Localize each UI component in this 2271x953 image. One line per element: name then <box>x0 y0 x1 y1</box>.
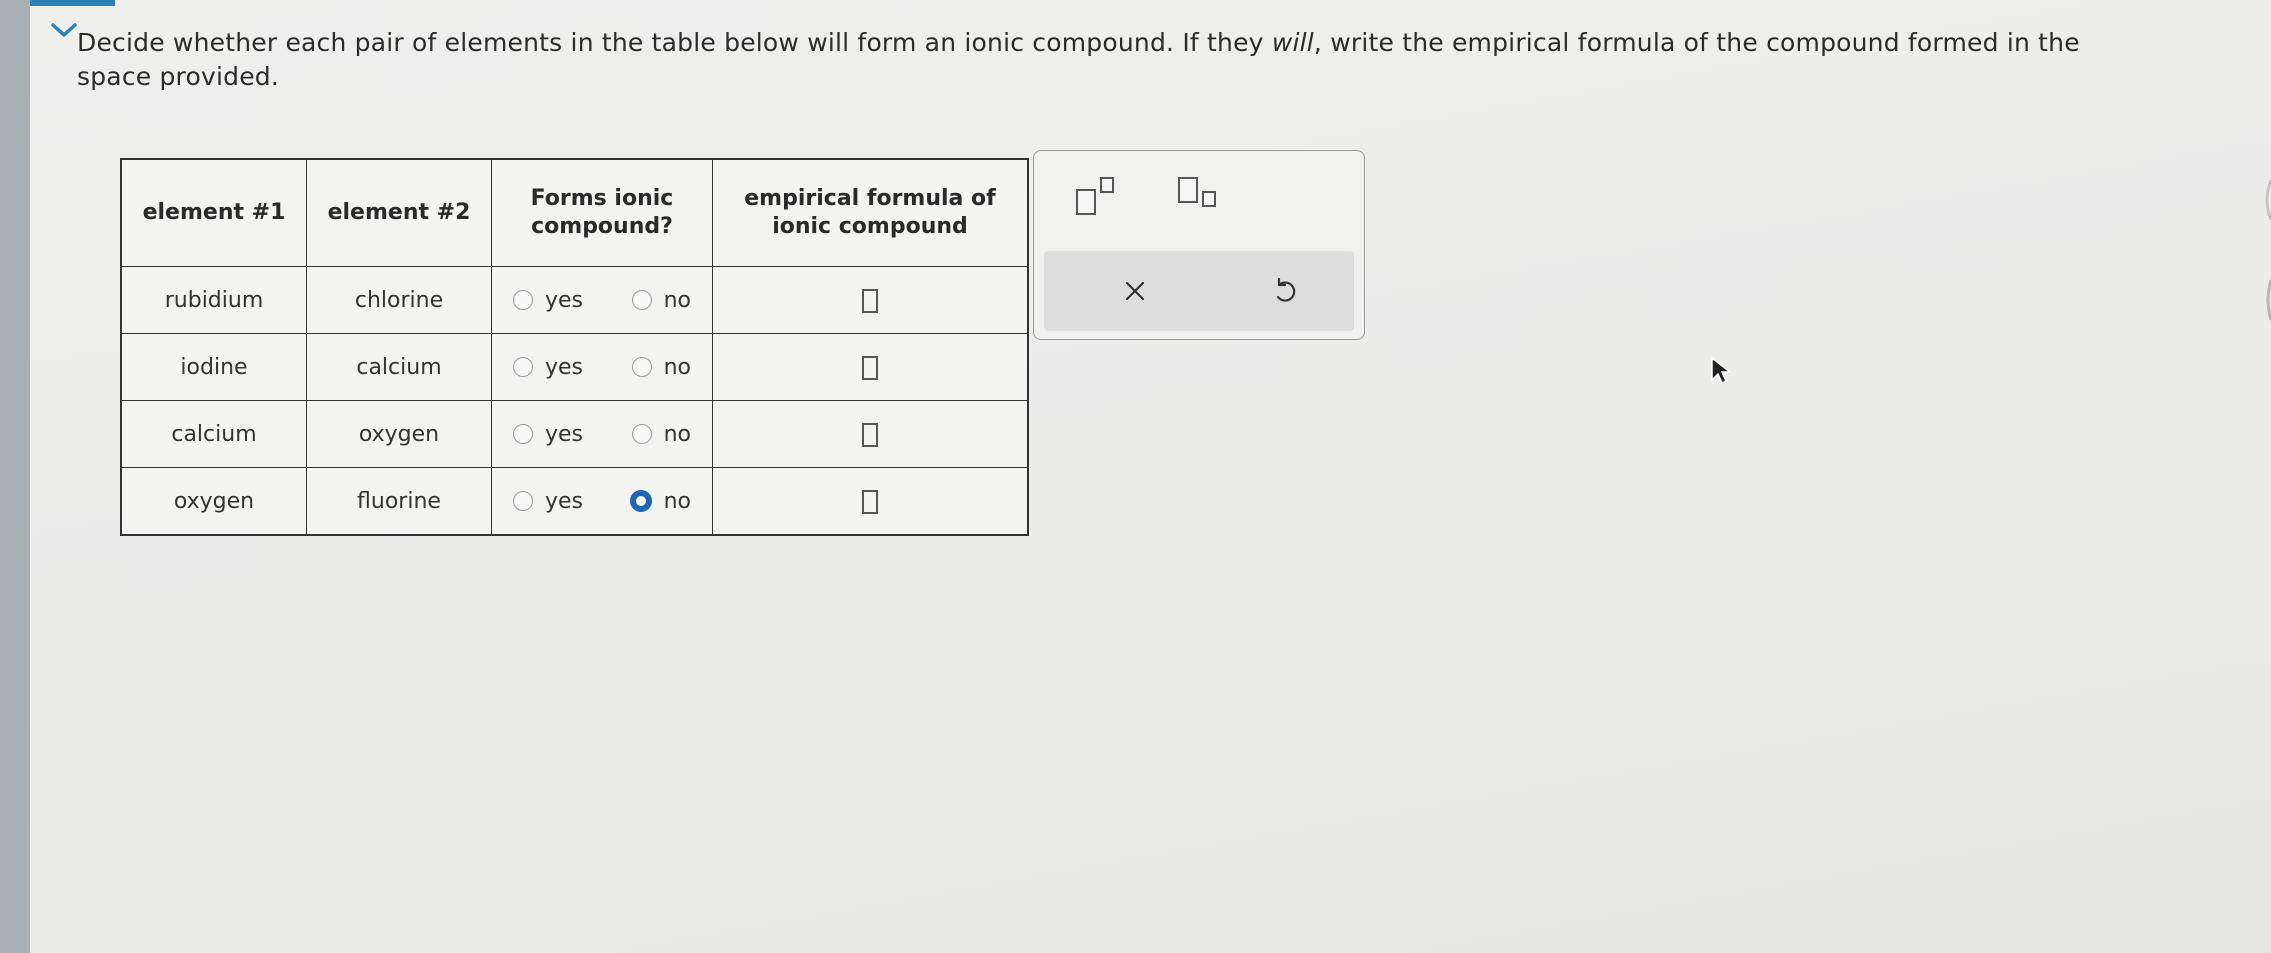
radio-circle-icon <box>513 424 533 444</box>
superscript-button[interactable] <box>1070 171 1130 221</box>
forms-ionic-radio-group: yes no <box>493 355 711 380</box>
element-2-cell: fluorine <box>306 467 492 536</box>
yes-label: yes <box>545 287 584 313</box>
question-emphasis: will <box>1271 28 1314 57</box>
yes-radio[interactable]: yes <box>513 422 583 447</box>
formula-cell <box>712 266 1029 334</box>
element-1-cell: rubidium <box>120 266 307 334</box>
clear-button[interactable] <box>1109 265 1161 317</box>
no-radio[interactable]: no <box>629 488 691 514</box>
right-edge-shadow <box>2261 179 2271 350</box>
formula-input[interactable] <box>862 489 878 514</box>
action-bar <box>1044 251 1354 331</box>
forms-ionic-cell: yes no <box>491 266 713 334</box>
undo-button[interactable] <box>1259 265 1311 317</box>
forms-ionic-radio-group: yes no <box>493 288 711 313</box>
question-part1: Decide whether each pair of elements in … <box>77 28 1272 57</box>
left-edge-strip <box>0 0 30 953</box>
element-1-cell: iodine <box>120 333 307 401</box>
formula-input[interactable] <box>862 422 878 447</box>
no-label: no <box>663 488 691 514</box>
formula-input[interactable] <box>862 288 878 313</box>
header-forms-ionic: Forms ionic compound? <box>491 158 713 267</box>
table-row: oxygen fluorine yes no <box>120 467 1029 536</box>
forms-ionic-cell: yes no <box>491 467 713 536</box>
formula-cell <box>712 467 1029 536</box>
element-2-cell: oxygen <box>306 400 492 468</box>
close-icon <box>1125 281 1145 301</box>
radio-selected-icon <box>629 490 652 512</box>
element-1-cell: oxygen <box>120 467 307 536</box>
header-element-1: element #1 <box>120 158 307 267</box>
header-element-2: element #2 <box>306 158 492 267</box>
formula-cell <box>712 400 1029 468</box>
chevron-down-icon <box>51 23 77 37</box>
no-label: no <box>663 354 691 380</box>
element-2-cell: calcium <box>306 333 492 401</box>
forms-ionic-cell: yes no <box>491 400 713 468</box>
formula-input[interactable] <box>862 355 878 380</box>
elements-table: element #1 element #2 Forms ionic compou… <box>120 158 1029 536</box>
no-radio[interactable]: no <box>631 287 691 313</box>
element-1-cell: calcium <box>120 400 307 468</box>
yes-label: yes <box>545 421 584 447</box>
forms-ionic-radio-group: yes no <box>493 489 711 514</box>
yes-label: yes <box>545 488 584 514</box>
forms-ionic-cell: yes no <box>491 333 713 401</box>
radio-circle-icon <box>631 290 652 310</box>
table-row: calcium oxygen yes no <box>120 400 1029 468</box>
header-empirical-formula: empirical formula of ionic compound <box>712 158 1029 267</box>
subscript-button[interactable] <box>1172 171 1232 221</box>
formula-tool-panel <box>1033 150 1365 340</box>
formula-cell <box>712 333 1029 401</box>
radio-circle-icon <box>631 357 652 377</box>
yes-radio[interactable]: yes <box>513 355 583 380</box>
table-header-row: element #1 element #2 Forms ionic compou… <box>120 158 1029 267</box>
no-radio[interactable]: no <box>631 354 691 380</box>
question-text: Decide whether each pair of elements in … <box>77 26 2157 94</box>
mouse-cursor-icon <box>1710 356 1734 390</box>
radio-circle-icon <box>513 491 533 511</box>
radio-circle-icon <box>513 357 533 377</box>
no-label: no <box>663 287 691 313</box>
table-row: iodine calcium yes no <box>120 333 1029 401</box>
forms-ionic-radio-group: yes no <box>493 422 711 447</box>
format-toolbar <box>1034 171 1364 221</box>
top-accent-bar <box>30 0 115 6</box>
table-row: rubidium chlorine yes no <box>120 266 1029 334</box>
yes-label: yes <box>545 354 584 380</box>
radio-circle-icon <box>631 424 652 444</box>
no-label: no <box>663 421 691 447</box>
yes-radio[interactable]: yes <box>513 288 583 313</box>
radio-circle-icon <box>513 290 533 310</box>
yes-radio[interactable]: yes <box>513 489 583 514</box>
no-radio[interactable]: no <box>631 421 691 447</box>
element-2-cell: chlorine <box>306 266 492 334</box>
undo-icon <box>1276 277 1296 302</box>
